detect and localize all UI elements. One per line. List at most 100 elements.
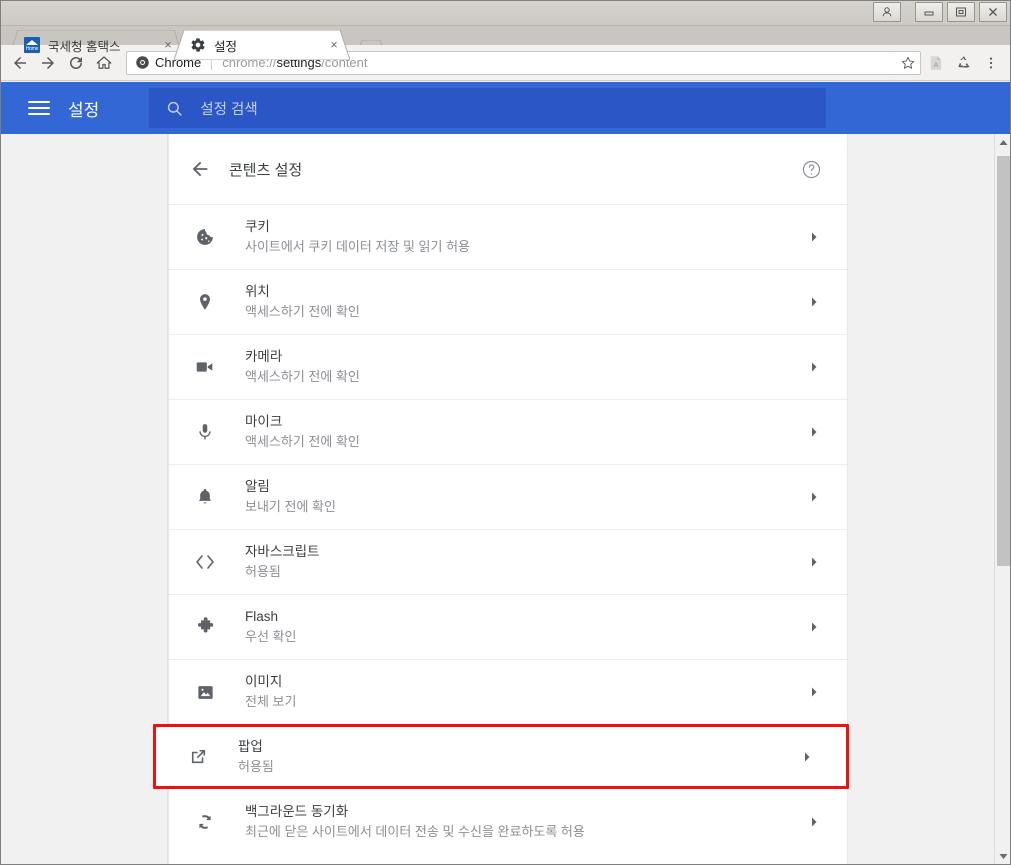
gear-icon [191, 38, 205, 52]
row-subtitle: 허용됨 [245, 564, 281, 579]
cookie-icon [193, 225, 217, 249]
home-favicon: Home [24, 37, 40, 53]
settings-row-camera[interactable]: 카메라 액세스하기 전에 확인 [169, 334, 847, 399]
left-gutter [0, 134, 168, 865]
row-subtitle: 액세스하기 전에 확인 [245, 304, 360, 319]
page-scrollbar[interactable] [994, 134, 1011, 865]
microphone-icon [193, 420, 217, 444]
settings-row-microphone[interactable]: 마이크 액세스하기 전에 확인 [169, 399, 847, 464]
person-icon [882, 7, 892, 17]
external-link-icon [186, 745, 210, 769]
pdf-extension-icon: A [930, 55, 942, 70]
reload-icon [70, 56, 82, 69]
bell-icon [193, 485, 217, 509]
settings-title: 설정 [68, 100, 100, 120]
chevron-right-icon[interactable] [805, 556, 823, 568]
row-text: 알림 보내기 전에 확인 [245, 478, 805, 516]
pdf-extension-button[interactable]: A [923, 50, 949, 76]
recycle-extension-icon [958, 55, 970, 67]
close-button[interactable] [979, 2, 1007, 22]
help-button[interactable] [799, 157, 823, 181]
chevron-right-icon[interactable] [805, 621, 823, 633]
row-title: 쿠키 [245, 219, 270, 234]
tab-label: 국세청 홈택스 [48, 39, 121, 54]
scroll-up-button[interactable] [995, 134, 1011, 151]
help-circle-icon [802, 160, 820, 178]
settings-search-box[interactable]: 설정 검색 [149, 88, 827, 128]
hamburger-menu-icon[interactable] [28, 97, 50, 119]
settings-row-cookies[interactable]: 쿠키 사이트에서 쿠키 데이터 저장 및 읽기 허용 [169, 204, 847, 269]
search-icon [168, 101, 182, 116]
settings-row-flash[interactable]: Flash 우선 확인 [169, 594, 847, 659]
row-text: 위치 액세스하기 전에 확인 [245, 283, 805, 321]
chevron-right-icon[interactable] [805, 686, 823, 698]
row-text: 이미지 전체 보기 [245, 673, 805, 711]
right-gutter [849, 134, 1011, 865]
row-text: 백그라운드 동기화 최근에 닫은 사이트에서 데이터 전송 및 수신을 완료하도… [245, 803, 805, 841]
scrollbar-thumb[interactable] [997, 156, 1010, 566]
settings-row-notifications[interactable]: 알림 보내기 전에 확인 [169, 464, 847, 529]
maximize-icon [956, 7, 966, 17]
minimize-button[interactable] [915, 2, 943, 22]
three-dot-menu-icon [989, 57, 993, 68]
row-subtitle: 우선 확인 [245, 629, 297, 644]
back-arrow-icon [192, 161, 208, 177]
row-subtitle: 액세스하기 전에 확인 [245, 434, 360, 449]
page-title: 콘텐츠 설정 [229, 161, 303, 179]
row-title: 백그라운드 동기화 [245, 803, 349, 819]
settings-row-javascript[interactable]: 자바스크립트 허용됨 [169, 529, 847, 594]
sync-icon [193, 810, 217, 834]
settings-row-location[interactable]: 위치 액세스하기 전에 확인 [169, 269, 847, 334]
row-text: 자바스크립트 허용됨 [245, 543, 805, 581]
row-subtitle: 액세스하기 전에 확인 [245, 369, 360, 384]
row-title: 팝업 [238, 738, 263, 754]
user-account-button[interactable] [873, 2, 901, 22]
chevron-right-icon[interactable] [805, 491, 823, 503]
tabs-container: Home 국세청 홈택스 × 설정 × [8, 15, 387, 60]
chevron-right-icon[interactable] [798, 751, 816, 763]
forward-arrow-icon [42, 56, 54, 69]
chevron-right-icon[interactable] [805, 816, 823, 828]
row-title: 이미지 [245, 674, 283, 689]
code-brackets-icon [193, 550, 217, 574]
row-title: 자바스크립트 [245, 544, 320, 559]
chrome-menu-button[interactable] [977, 49, 1005, 77]
chevron-right-icon[interactable] [805, 361, 823, 373]
row-subtitle: 전체 보기 [245, 694, 297, 709]
bookmark-button[interactable] [895, 50, 921, 75]
row-subtitle: 보내기 전에 확인 [245, 499, 336, 514]
chevron-right-icon[interactable] [805, 426, 823, 438]
settings-row-popups[interactable]: 팝업 허용됨 [153, 724, 849, 789]
browser-window: Home 국세청 홈택스 × 설정 × Chrome chrome://sett… [0, 0, 1011, 865]
row-title: 위치 [245, 284, 270, 299]
recycle-extension-button[interactable] [951, 50, 977, 76]
close-icon [989, 8, 997, 16]
row-subtitle: 사이트에서 쿠키 데이터 저장 및 읽기 허용 [245, 239, 470, 254]
settings-page-body: 콘텐츠 설정 쿠키 사이트에서 쿠키 데이터 저장 및 읽기 허용 위치 액세스… [0, 134, 1011, 865]
row-text: Flash 우선 확인 [245, 608, 805, 646]
content-settings-card: 콘텐츠 설정 쿠키 사이트에서 쿠키 데이터 저장 및 읽기 허용 위치 액세스… [153, 134, 849, 865]
maximize-button[interactable] [947, 2, 975, 22]
settings-search-input[interactable]: 설정 검색 [200, 98, 257, 119]
camera-icon [193, 355, 217, 379]
row-subtitle: 최근에 닫은 사이트에서 데이터 전송 및 수신을 완료하도록 허용 [245, 823, 585, 839]
minimize-icon [924, 11, 934, 16]
chevron-right-icon[interactable] [805, 296, 823, 308]
home-icon [96, 55, 112, 69]
row-text: 카메라 액세스하기 전에 확인 [245, 348, 805, 386]
settings-row-images[interactable]: 이미지 전체 보기 [169, 659, 847, 724]
scroll-down-button[interactable] [995, 848, 1011, 865]
back-arrow-icon [14, 56, 26, 69]
svg-text:A: A [934, 61, 939, 68]
puzzle-piece-icon [193, 615, 217, 639]
chevron-right-icon[interactable] [805, 231, 823, 243]
settings-row-background-sync[interactable]: 백그라운드 동기화 최근에 닫은 사이트에서 데이터 전송 및 수신을 완료하도… [169, 789, 847, 854]
row-title: Flash [245, 609, 279, 624]
content-back-button[interactable] [187, 156, 213, 182]
scroll-down-arrow [999, 854, 1007, 859]
tab-close-icon[interactable]: × [326, 37, 342, 53]
row-text: 마이크 액세스하기 전에 확인 [245, 413, 805, 451]
location-pin-icon [193, 290, 217, 314]
content-settings-header: 콘텐츠 설정 [169, 134, 847, 204]
tab-settings[interactable]: 설정 × [174, 30, 350, 60]
